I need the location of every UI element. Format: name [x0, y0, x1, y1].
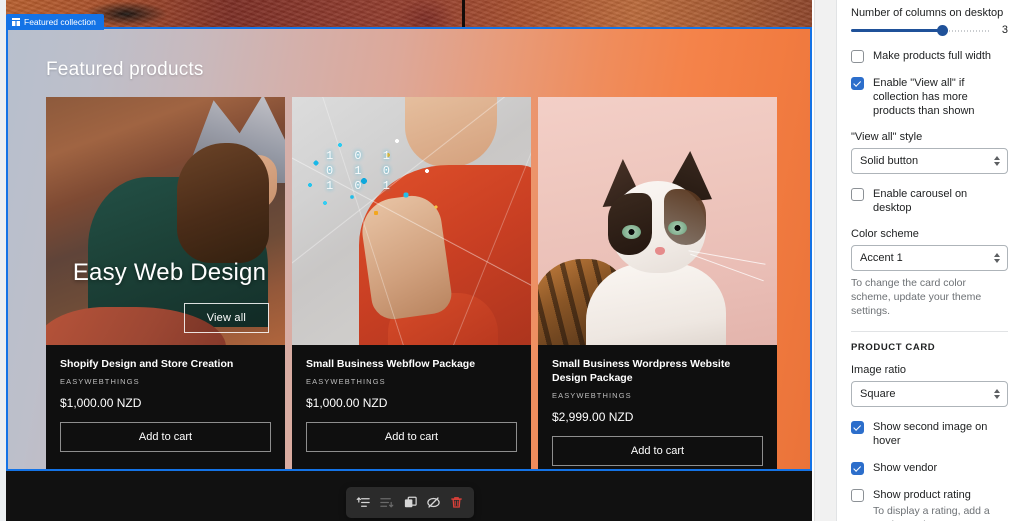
show-product-rating-row[interactable]: Show product rating: [851, 488, 1008, 502]
product-price: $2,999.00 NZD: [552, 410, 634, 424]
product-rating-helper: To display a rating, add a product ratin…: [873, 504, 1008, 521]
make-products-full-width-label: Make products full width: [873, 50, 991, 62]
hero-banner-image: [6, 0, 812, 30]
binary-line: 1 0 1: [326, 149, 398, 163]
product-image[interactable]: [538, 97, 777, 345]
preview-scrollbar-track[interactable]: [814, 0, 836, 521]
product-info: Shopify Design and Store Creation EASYWE…: [46, 345, 285, 466]
cat-nose-shape: [655, 247, 665, 255]
product-price: $1,000.00 NZD: [306, 396, 388, 410]
product-vendor: EASYWEBTHINGS: [60, 377, 140, 386]
make-products-full-width-checkbox[interactable]: [851, 50, 864, 63]
binary-line: 1 0 1: [326, 179, 398, 193]
add-to-cart-button[interactable]: Add to cart: [306, 422, 517, 452]
section-heading: Featured products: [46, 59, 204, 80]
slider-filled-track: [851, 29, 943, 32]
cat-left-eye-shape: [622, 225, 641, 239]
cat-left-patch-shape: [608, 193, 652, 255]
preview-left-gutter: [0, 0, 6, 521]
enable-view-all-checkbox[interactable]: [851, 77, 864, 90]
product-title[interactable]: Small Business Webflow Package: [306, 357, 517, 371]
product-vendor: EASYWEBTHINGS: [306, 377, 386, 386]
product-title[interactable]: Shopify Design and Store Creation: [60, 357, 271, 371]
delete-section-icon[interactable]: [448, 494, 465, 511]
figure-hair-shape: [177, 143, 269, 263]
columns-desktop-slider-row[interactable]: 3: [851, 24, 1008, 36]
view-all-style-value: Solid button: [860, 155, 919, 167]
image-overlay-heading: Easy Web Design: [72, 259, 267, 286]
product-grid: Easy Web Design View all Shopify Design …: [46, 97, 777, 469]
chevron-updown-icon: [994, 389, 1000, 399]
section-label-badge[interactable]: Featured collection: [6, 14, 104, 30]
move-section-up-icon[interactable]: [355, 494, 372, 511]
enable-carousel-checkbox[interactable]: [851, 188, 864, 201]
settings-divider: [851, 331, 1008, 332]
chevron-updown-icon: [994, 156, 1000, 166]
product-card[interactable]: Easy Web Design View all Shopify Design …: [46, 97, 285, 469]
show-second-image-label: Show second image on hover: [873, 421, 988, 447]
enable-carousel-row[interactable]: Enable carousel on desktop: [851, 187, 1008, 215]
enable-carousel-label: Enable carousel on desktop: [873, 188, 968, 214]
slider-remaining-track: [945, 29, 990, 32]
theme-editor: Featured products Easy Web Design View a…: [0, 0, 1024, 521]
show-second-image-row[interactable]: Show second image on hover: [851, 420, 1008, 448]
duplicate-section-icon[interactable]: [402, 494, 419, 511]
product-price: $1,000.00 NZD: [60, 396, 142, 410]
show-vendor-row[interactable]: Show vendor: [851, 461, 1008, 475]
image-ratio-select[interactable]: Square: [851, 381, 1008, 407]
binary-digits-overlay: 1 0 1 0 1 0 1 0 1: [326, 149, 456, 223]
section-label-text: Featured collection: [24, 17, 96, 27]
product-image[interactable]: 1 0 1 0 1 0 1 0 1: [292, 97, 531, 345]
cat-chest-shape: [586, 263, 726, 345]
product-card[interactable]: Small Business Wordpress Website Design …: [538, 97, 777, 469]
storefront-preview: Featured products Easy Web Design View a…: [0, 0, 812, 521]
product-title[interactable]: Small Business Wordpress Website Design …: [552, 357, 763, 385]
show-vendor-checkbox[interactable]: [851, 462, 864, 475]
columns-desktop-value: 3: [1001, 24, 1008, 36]
columns-desktop-slider[interactable]: [851, 24, 990, 36]
featured-collection-section[interactable]: Featured products Easy Web Design View a…: [6, 27, 812, 471]
color-scheme-select[interactable]: Accent 1: [851, 245, 1008, 271]
product-card[interactable]: 1 0 1 0 1 0 1 0 1 Small Business Webflow…: [292, 97, 531, 469]
view-all-button[interactable]: View all: [183, 303, 269, 333]
theme-preview-pane: Featured products Easy Web Design View a…: [0, 0, 836, 521]
enable-view-all-row[interactable]: Enable "View all" if collection has more…: [851, 76, 1008, 118]
move-section-down-icon[interactable]: [378, 494, 395, 511]
section-actions-toolbar[interactable]: [346, 487, 474, 518]
image-ratio-value: Square: [860, 388, 896, 400]
product-vendor: EASYWEBTHINGS: [552, 391, 632, 400]
product-image[interactable]: Easy Web Design View all: [46, 97, 285, 345]
make-products-full-width-row[interactable]: Make products full width: [851, 49, 1008, 63]
cat-right-eye-shape: [668, 221, 687, 235]
slider-knob[interactable]: [937, 25, 949, 36]
enable-view-all-label: Enable "View all" if collection has more…: [873, 77, 975, 117]
hide-section-icon[interactable]: [425, 494, 442, 511]
image-ratio-label: Image ratio: [851, 364, 907, 376]
collection-grid-icon: [12, 18, 20, 26]
add-to-cart-button[interactable]: Add to cart: [552, 436, 763, 466]
cat-right-patch-shape: [664, 189, 706, 245]
product-card-group-title: PRODUCT CARD: [851, 342, 936, 353]
product-info: Small Business Wordpress Website Design …: [538, 345, 777, 469]
tech-finger-photo-icon: 1 0 1 0 1 0 1 0 1: [292, 97, 531, 345]
show-second-image-checkbox[interactable]: [851, 421, 864, 434]
section-settings-sidebar: Number of columns on desktop 3 Make prod…: [836, 0, 1024, 521]
view-all-style-select[interactable]: Solid button: [851, 148, 1008, 174]
chevron-updown-icon: [994, 253, 1000, 263]
color-scheme-helper: To change the card color scheme, update …: [851, 277, 982, 317]
color-scheme-label: Color scheme: [851, 228, 919, 240]
view-all-style-label: "View all" style: [851, 131, 923, 143]
product-info: Small Business Webflow Package EASYWEBTH…: [292, 345, 531, 466]
calico-cat-photo-icon: [538, 97, 777, 345]
add-to-cart-button[interactable]: Add to cart: [60, 422, 271, 452]
binary-line: 0 1 0: [326, 164, 398, 178]
color-scheme-value: Accent 1: [860, 252, 903, 264]
columns-desktop-label: Number of columns on desktop: [851, 7, 1004, 19]
hero-texture: [6, 0, 812, 30]
show-vendor-label: Show vendor: [873, 462, 938, 474]
show-product-rating-label: Show product rating: [873, 489, 971, 501]
show-product-rating-checkbox[interactable]: [851, 489, 864, 502]
